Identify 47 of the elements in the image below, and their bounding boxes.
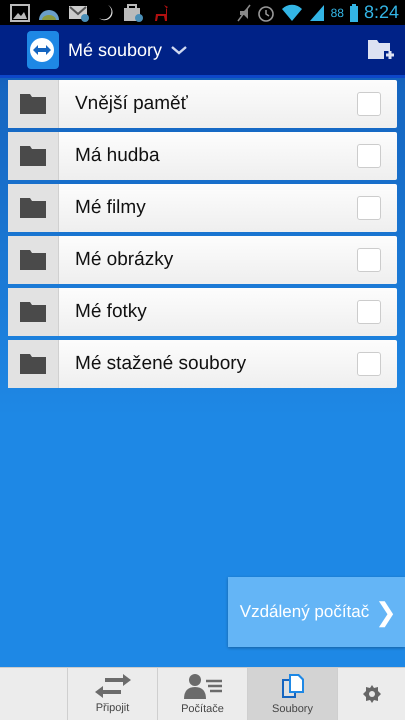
checkbox[interactable] [357,352,381,376]
mute-icon [236,4,251,22]
folder-icon [20,302,46,322]
folder-item[interactable]: Mé stažené soubory [8,340,397,388]
connect-tab[interactable]: Připojit [68,668,158,720]
app-logo-icon [26,30,60,70]
folder-icon [20,354,46,374]
folder-icon [20,146,46,166]
checkbox[interactable] [357,144,381,168]
folder-item[interactable]: Mé filmy [8,184,397,232]
signal-icon [308,4,325,22]
moon-icon [98,4,114,22]
folder-item[interactable]: Mé fotky [8,288,397,336]
checkbox[interactable] [357,196,381,220]
folder-icon [20,198,46,218]
bag-icon [122,2,144,22]
checkbox[interactable] [357,300,381,324]
alarm-icon [256,4,275,22]
picture-icon [10,4,30,22]
folder-icon [20,94,46,114]
contacts-icon [184,673,222,699]
checkbox[interactable] [357,248,381,272]
files-tab[interactable]: Soubory [248,668,338,720]
arrows-icon [94,674,130,698]
settings-tab[interactable] [338,668,405,720]
documents-icon [280,673,304,699]
folder-dropdown[interactable]: Mé soubory [68,40,188,60]
battery-level: 88 [330,6,344,20]
folder-name: Mé fotky [75,301,148,323]
folder-item[interactable]: Mé obrázky [8,236,397,284]
computers-tab[interactable]: Počítače [158,668,248,720]
clock: 8:24 [364,2,399,23]
settings-icon [362,685,380,703]
battery-icon [350,4,358,22]
mail-icon [68,4,90,22]
wifi-icon [280,4,303,22]
folder-name: Mé obrázky [75,249,174,271]
folder-name: Má hudba [75,145,161,167]
folder-item[interactable]: Vnější paměť [8,80,397,128]
checkbox[interactable] [357,92,381,116]
folder-item[interactable]: Má hudba [8,132,397,180]
folder-name: Mé stažené soubory [75,353,248,375]
folder-icon [20,250,46,270]
folder-name: Vnější paměť [75,93,189,115]
new-folder-icon[interactable] [367,38,395,62]
chevron-down-icon [170,44,188,56]
folder-name: Mé filmy [75,197,147,219]
